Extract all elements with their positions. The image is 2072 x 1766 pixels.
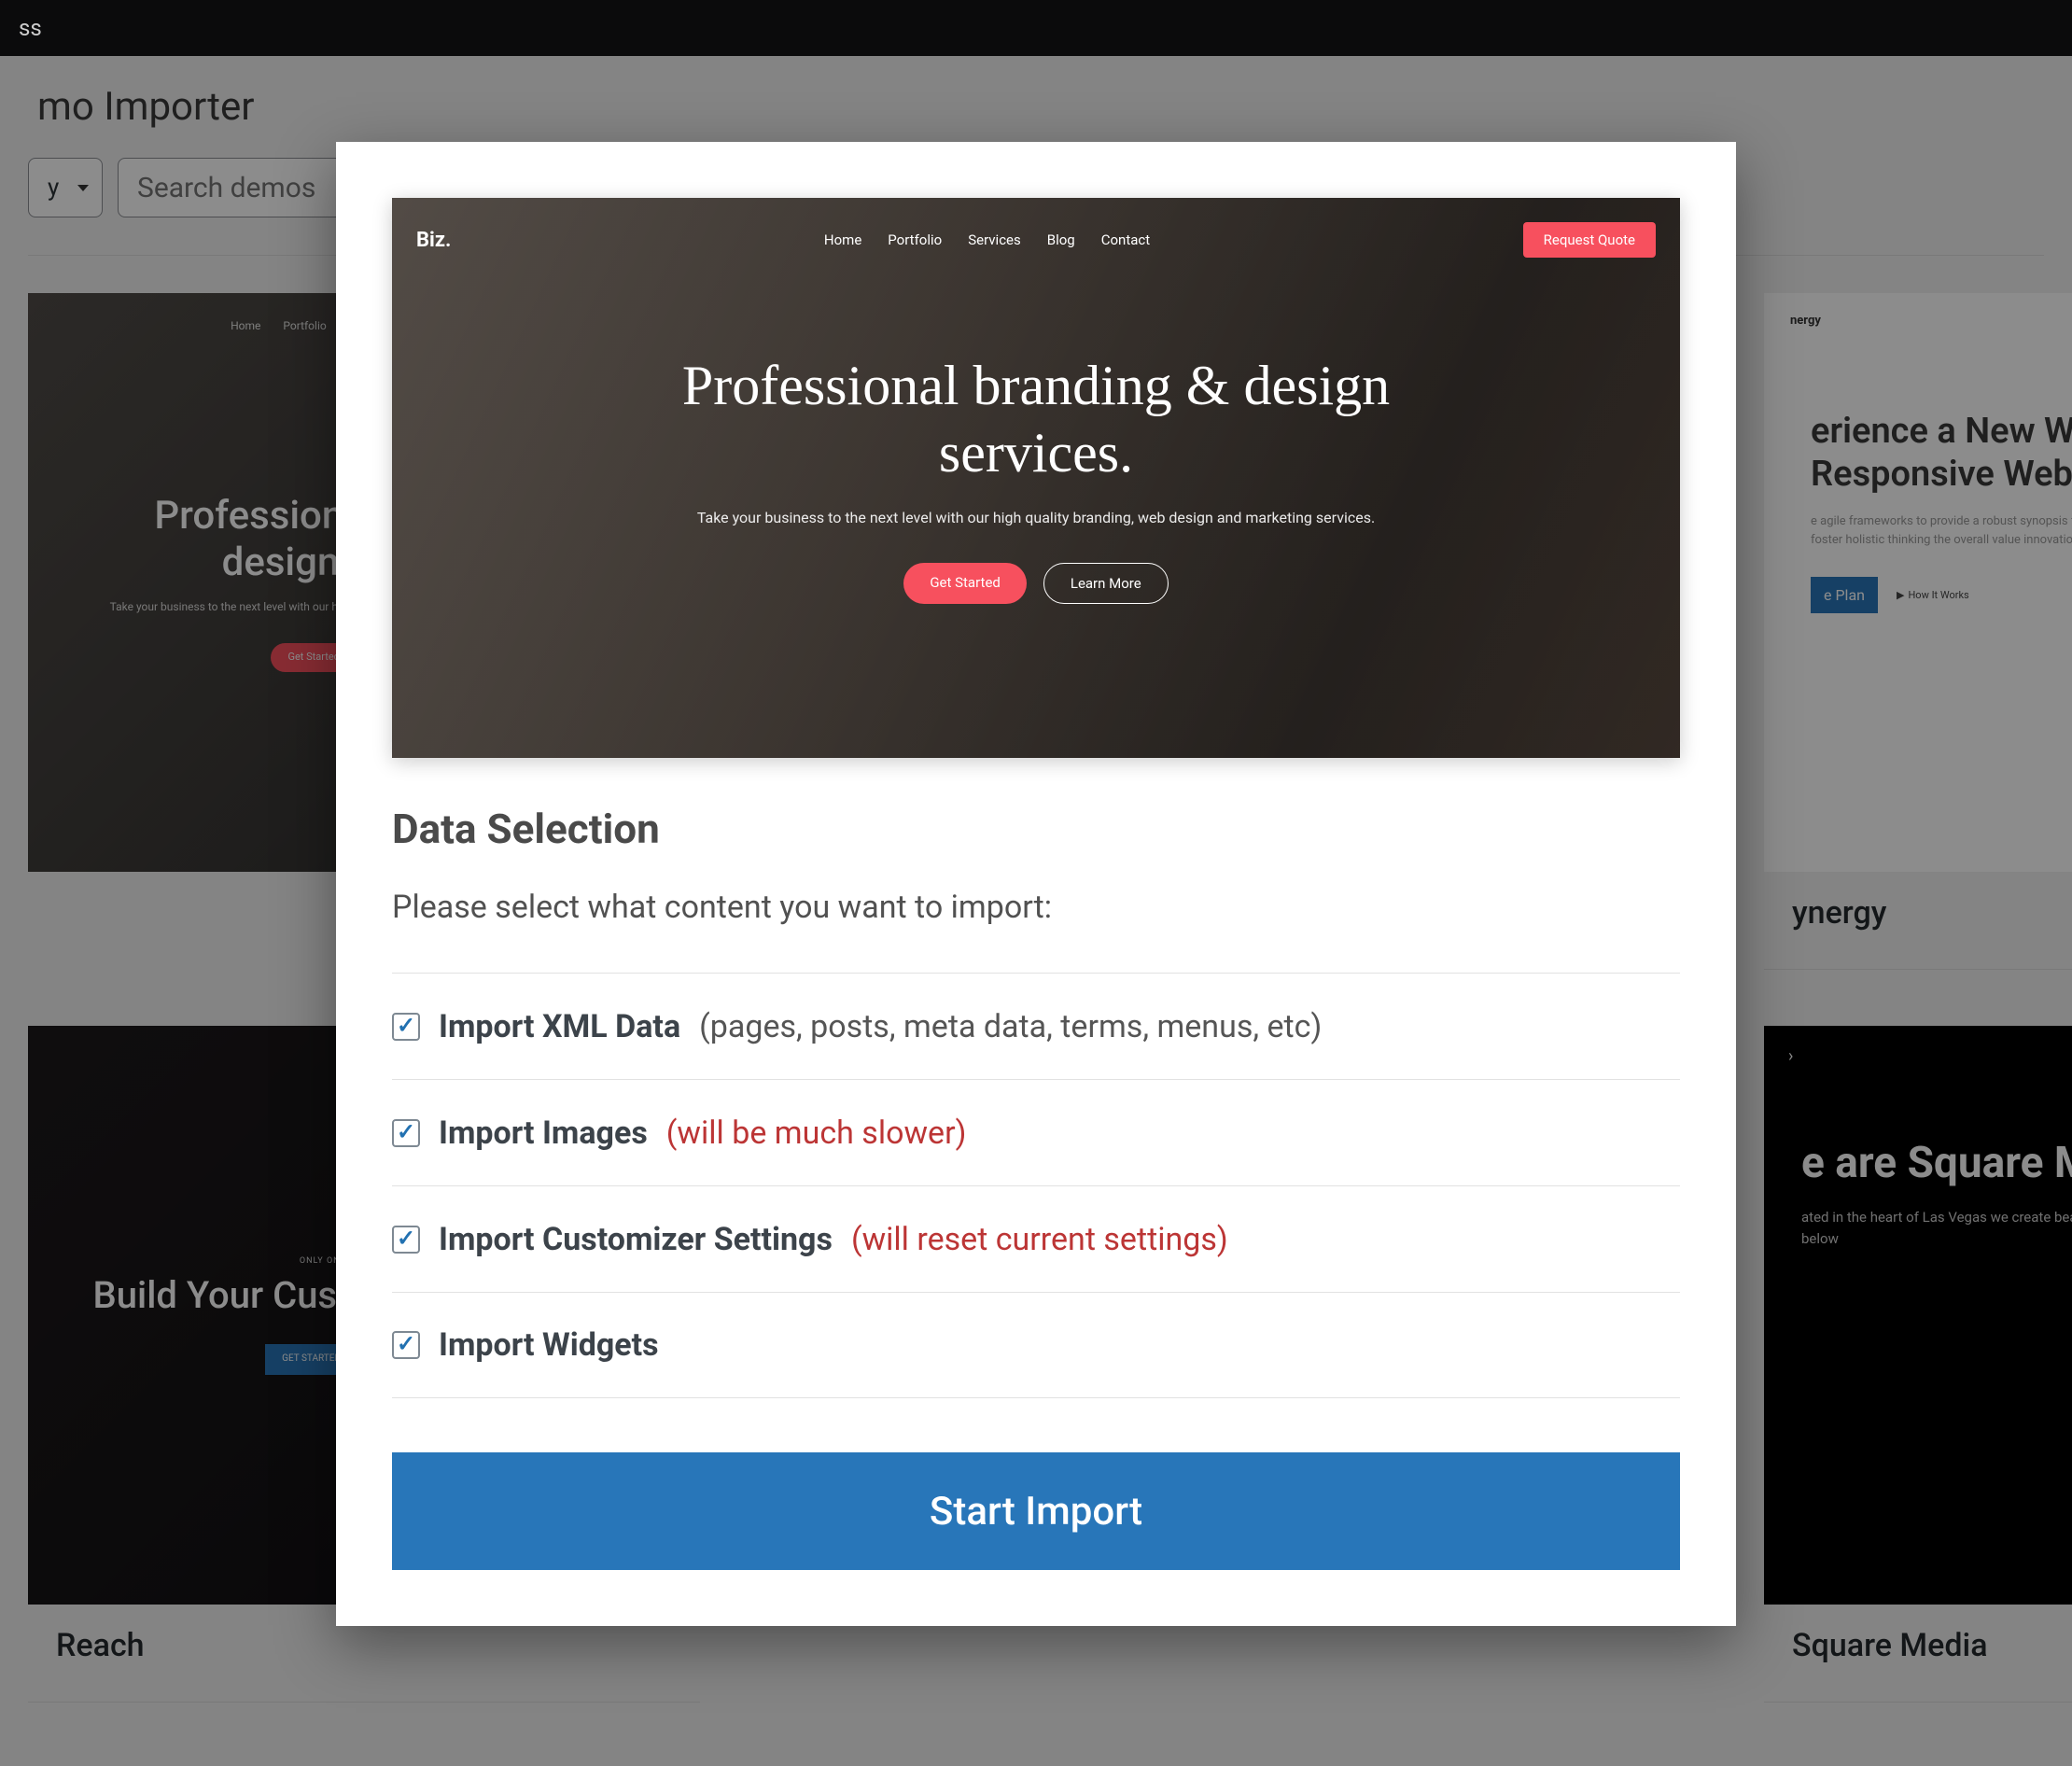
modal-overlay[interactable]: Biz. Home Portfolio Services Blog Contac…: [0, 56, 2072, 1766]
option-checkbox[interactable]: [392, 1226, 420, 1254]
preview-hero: Professional branding & design services.…: [392, 198, 1680, 758]
option-label[interactable]: Import XML Data: [439, 1008, 680, 1045]
page-content: mo Importer y Home Portfolio Services Bl…: [0, 56, 2072, 1766]
demo-preview: Biz. Home Portfolio Services Blog Contac…: [392, 198, 1680, 758]
import-option: Import XML Data (pages, posts, meta data,…: [392, 973, 1680, 1079]
option-note: (will be much slower): [666, 1114, 967, 1152]
start-import-button[interactable]: Start Import: [392, 1452, 1680, 1570]
preview-heading: Professional branding & design services.: [635, 352, 1437, 486]
import-modal: Biz. Home Portfolio Services Blog Contac…: [336, 142, 1736, 1626]
import-option: Import Customizer Settings (will reset cu…: [392, 1185, 1680, 1292]
option-checkbox[interactable]: [392, 1013, 420, 1041]
option-note: (pages, posts, meta data, terms, menus, …: [699, 1008, 1322, 1045]
preview-sub: Take your business to the next level wit…: [697, 507, 1375, 529]
import-option: Import Widgets: [392, 1292, 1680, 1398]
option-checkbox[interactable]: [392, 1119, 420, 1147]
start-import-label: Start Import: [930, 1489, 1142, 1535]
option-label[interactable]: Import Customizer Settings: [439, 1221, 833, 1258]
import-option: Import Images (will be much slower): [392, 1079, 1680, 1185]
option-label[interactable]: Import Images: [439, 1114, 648, 1152]
preview-learn-more: Learn More: [1043, 563, 1169, 604]
option-label[interactable]: Import Widgets: [439, 1326, 659, 1364]
modal-instruction: Please select what content you want to i…: [392, 889, 1680, 926]
admin-bar: ss: [0, 0, 2072, 56]
option-note: (will reset current settings): [851, 1221, 1228, 1258]
admin-bar-title: ss: [19, 15, 42, 41]
modal-title: Data Selection: [392, 805, 1680, 853]
option-checkbox[interactable]: [392, 1331, 420, 1359]
preview-get-started: Get Started: [903, 563, 1027, 604]
